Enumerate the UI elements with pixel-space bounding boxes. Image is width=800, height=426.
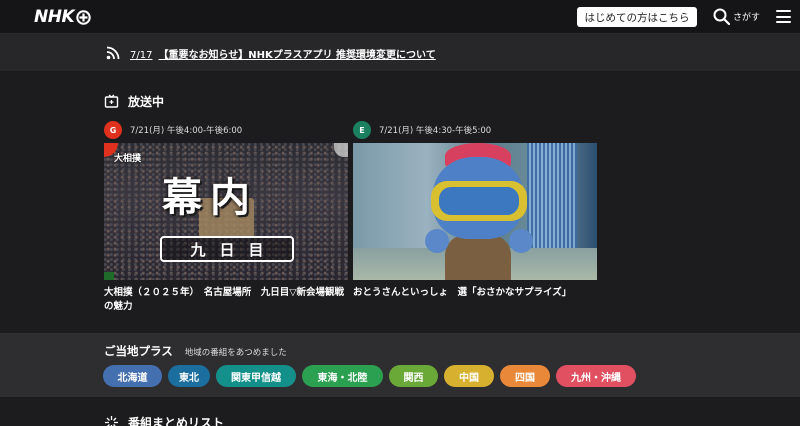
character-hand-right <box>509 229 533 253</box>
plus-icon <box>76 9 91 25</box>
region-chip-kanto-koshinetsu[interactable]: 関東甲信越 <box>216 365 296 387</box>
channel-badge-e: E <box>353 121 371 139</box>
notice-link[interactable]: 7/17 【重要なお知らせ】NHKプラスアプリ 推奨環境変更について <box>130 46 436 61</box>
search-button[interactable]: さがす <box>713 8 760 25</box>
on-air-heading: 放送中 <box>104 93 164 110</box>
region-chip-kyushu-okinawa[interactable]: 九州・沖縄 <box>556 365 636 387</box>
thumb-kicker: 大相撲 <box>114 154 142 164</box>
program-list-section: 番組まとめリスト <box>0 397 800 426</box>
sparkle-icon <box>105 416 118 426</box>
program-time: 7/21(月) 午後4:30-午後5:00 <box>379 126 492 136</box>
program-time: 7/21(月) 午後4:00-午後6:00 <box>130 126 243 136</box>
thumb-day: 九日目 <box>160 236 294 262</box>
on-air-section: 放送中 G 7/21(月) 午後4:00-午後6:00 大相撲 幕内 九日目 大… <box>0 71 800 333</box>
nhk-plus-logo[interactable]: NHK <box>34 7 91 27</box>
notice-date: 7/17 <box>130 50 153 61</box>
region-chip-chugoku[interactable]: 中国 <box>444 365 494 387</box>
program-thumbnail[interactable]: 大相撲 幕内 九日目 <box>104 143 348 280</box>
local-subtitle: 地域の番組をあつめました <box>184 348 287 358</box>
character-body <box>445 235 511 280</box>
region-chip-tohoku[interactable]: 東北 <box>168 365 210 387</box>
thumb-title: 幕内 <box>162 175 258 221</box>
local-heading: ご当地プラス 地域の番組をあつめました <box>104 343 287 359</box>
corner-mark <box>104 272 114 280</box>
program-title[interactable]: 大相撲（２０２５年） 名古屋場所 九日目▽新会場観戦の魅力 <box>104 286 348 314</box>
program-card-g[interactable]: G 7/21(月) 午後4:00-午後6:00 大相撲 幕内 九日目 大相撲（２… <box>104 121 348 314</box>
region-chip-tokai-hokuriku[interactable]: 東海・北陸 <box>302 365 383 387</box>
tv-icon <box>104 94 119 108</box>
program-title[interactable]: おとうさんといっしょ 選「おさかなサプライズ」 <box>353 286 597 300</box>
local-section: ご当地プラス 地域の番組をあつめました 北海道 東北 関東甲信越 東海・北陸 関… <box>0 333 800 397</box>
program-thumbnail[interactable] <box>353 143 597 280</box>
region-chip-shikoku[interactable]: 四国 <box>500 365 550 387</box>
character-hand-left <box>425 229 449 253</box>
program-list-heading: 番組まとめリスト <box>104 414 224 426</box>
search-icon <box>713 8 730 25</box>
rss-icon <box>106 46 120 60</box>
region-chips: 北海道 東北 関東甲信越 東海・北陸 関西 中国 四国 九州・沖縄 <box>103 365 636 387</box>
first-time-button[interactable]: はじめての方はこちら <box>577 7 697 27</box>
local-title: ご当地プラス <box>104 344 173 358</box>
character-goggle-lens <box>439 187 519 215</box>
notice-text: 【重要なお知らせ】NHKプラスアプリ 推奨環境変更について <box>158 50 436 61</box>
search-label: さがす <box>733 13 761 23</box>
program-list-title: 番組まとめリスト <box>128 416 225 426</box>
on-air-title: 放送中 <box>128 95 165 109</box>
logo-text: NHK <box>34 7 75 27</box>
top-bar: NHK はじめての方はこちら さがす <box>0 0 800 34</box>
channel-badge-g: G <box>104 121 122 139</box>
notice-bar: 7/17 【重要なお知らせ】NHKプラスアプリ 推奨環境変更について <box>0 34 800 71</box>
menu-icon[interactable] <box>776 10 791 23</box>
region-chip-hokkaido[interactable]: 北海道 <box>103 365 162 387</box>
program-card-e[interactable]: E 7/21(月) 午後4:30-午後5:00 おとうさんといっしょ 選「おさか… <box>353 121 597 300</box>
region-chip-kansai[interactable]: 関西 <box>389 365 438 387</box>
